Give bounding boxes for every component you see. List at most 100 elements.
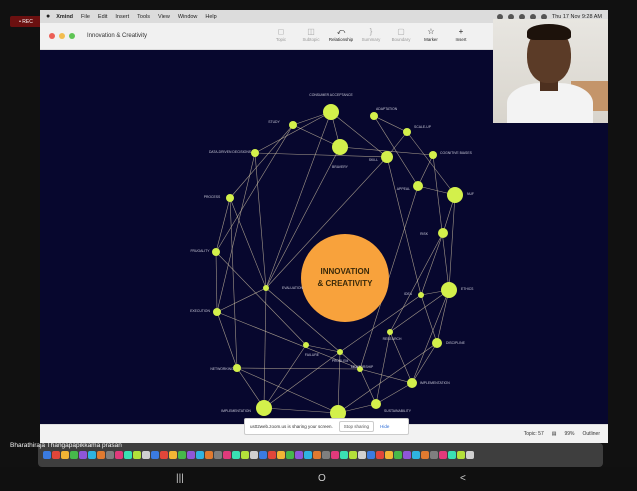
relationship-line[interactable] <box>229 197 267 289</box>
dock-app-icon[interactable] <box>241 451 249 459</box>
dock-app-icon[interactable] <box>412 451 420 459</box>
dock-app-icon[interactable] <box>259 451 267 459</box>
topic-node-research[interactable] <box>387 329 393 335</box>
dock-app-icon[interactable] <box>115 451 123 459</box>
menu-file[interactable]: File <box>81 14 90 20</box>
topic-node-ethics[interactable] <box>441 282 457 298</box>
topic-node-nuf[interactable] <box>447 187 463 203</box>
dock-app-icon[interactable] <box>223 451 231 459</box>
relationship-line[interactable] <box>411 342 438 384</box>
topic-node-process[interactable] <box>226 194 234 202</box>
dock-app-icon[interactable] <box>403 451 411 459</box>
relationship-line[interactable] <box>216 152 256 313</box>
dock-app-icon[interactable] <box>376 451 384 459</box>
zoom-window-button[interactable] <box>69 33 75 39</box>
topic-node-data-driven-decisions[interactable] <box>251 149 259 157</box>
relationship-line[interactable] <box>448 194 456 291</box>
dock-app-icon[interactable] <box>349 451 357 459</box>
menu-app-name[interactable]: Xmind <box>56 14 73 20</box>
topic-node-scale-up[interactable] <box>403 128 411 136</box>
dock-app-icon[interactable] <box>196 451 204 459</box>
recents-button[interactable]: ||| <box>176 473 184 484</box>
relationship-line[interactable] <box>229 124 294 199</box>
relationship-line[interactable] <box>215 124 294 253</box>
dock-app-icon[interactable] <box>61 451 69 459</box>
dock-app-icon[interactable] <box>268 451 276 459</box>
dock-app-icon[interactable] <box>187 451 195 459</box>
topic-node-networking[interactable] <box>233 364 241 372</box>
menu-insert[interactable]: Insert <box>115 14 129 20</box>
dock-app-icon[interactable] <box>79 451 87 459</box>
topic-node-bravery[interactable] <box>332 139 348 155</box>
dock-app-icon[interactable] <box>52 451 60 459</box>
dock-app-icon[interactable] <box>313 451 321 459</box>
home-button[interactable]: O <box>318 473 326 484</box>
topic-node-cognitive-biases[interactable] <box>429 151 437 159</box>
hide-banner-button[interactable]: Hide <box>380 424 389 429</box>
relationship-line[interactable] <box>263 287 267 409</box>
dock-app-icon[interactable] <box>385 451 393 459</box>
relationship-line[interactable] <box>337 342 438 414</box>
relationship-line[interactable] <box>420 294 438 344</box>
menu-tools[interactable]: Tools <box>137 14 150 20</box>
dock-app-icon[interactable] <box>331 451 339 459</box>
relationship-line[interactable] <box>215 251 218 313</box>
relationship-line[interactable] <box>216 311 238 369</box>
relationship-line[interactable] <box>263 344 307 409</box>
dock-app-icon[interactable] <box>421 451 429 459</box>
relationship-line[interactable] <box>359 368 377 405</box>
toolbar-summary-button[interactable]: } Summary <box>358 26 384 42</box>
minimize-window-button[interactable] <box>59 33 65 39</box>
topic-node-frugality[interactable] <box>212 248 220 256</box>
dock-app-icon[interactable] <box>169 451 177 459</box>
dock-app-icon[interactable] <box>457 451 465 459</box>
dock-app-icon[interactable] <box>106 451 114 459</box>
topic-node-discipline[interactable] <box>432 338 442 348</box>
dock-app-icon[interactable] <box>205 451 213 459</box>
relationship-line[interactable] <box>254 111 332 154</box>
zoom-level[interactable]: 99% <box>564 431 574 437</box>
map-icon[interactable]: ▤ <box>552 431 557 437</box>
dock-app-icon[interactable] <box>250 451 258 459</box>
relationship-line[interactable] <box>236 367 361 370</box>
relationship-line[interactable] <box>215 251 307 346</box>
toolbar-marker-button[interactable]: ☆ Marker <box>418 26 444 42</box>
relationship-line[interactable] <box>386 156 422 296</box>
topic-node-adaptation[interactable] <box>370 112 378 120</box>
toolbar-boundary-button[interactable]: ▢ Boundary <box>388 26 414 42</box>
topic-node-failure[interactable] <box>303 342 309 348</box>
dock-app-icon[interactable] <box>394 451 402 459</box>
toolbar-subtopic-button[interactable]: ◫ Subtopic <box>298 26 324 42</box>
relationship-line[interactable] <box>215 197 231 253</box>
relationship-line[interactable] <box>420 232 444 296</box>
topic-node-problem[interactable] <box>337 349 343 355</box>
dock-app-icon[interactable] <box>178 451 186 459</box>
menu-help[interactable]: Help <box>205 14 216 20</box>
relationship-line[interactable] <box>216 287 267 313</box>
dock-app-icon[interactable] <box>286 451 294 459</box>
dock-app-icon[interactable] <box>151 451 159 459</box>
topic-node-idea[interactable] <box>418 292 424 298</box>
back-button[interactable]: < <box>460 473 466 484</box>
dock-app-icon[interactable] <box>160 451 168 459</box>
dock-app-icon[interactable] <box>295 451 303 459</box>
dock-app-icon[interactable] <box>70 451 78 459</box>
central-topic[interactable] <box>301 234 389 322</box>
toolbar-relationship-button[interactable]: ⤺ Relationship <box>328 26 354 42</box>
dock-app-icon[interactable] <box>232 451 240 459</box>
dock-app-icon[interactable] <box>304 451 312 459</box>
relationship-line[interactable] <box>411 289 450 384</box>
topic-node-study[interactable] <box>289 121 297 129</box>
dock-app-icon[interactable] <box>367 451 375 459</box>
menu-window[interactable]: Window <box>178 14 198 20</box>
topic-node-implementation-right[interactable] <box>407 378 417 388</box>
toolbar-insert-button[interactable]: + Insert <box>448 26 474 42</box>
dock-app-icon[interactable] <box>133 451 141 459</box>
topic-node-consumer-acceptance[interactable] <box>323 104 339 120</box>
relationship-line[interactable] <box>389 232 444 333</box>
topic-node-appeal[interactable] <box>413 181 423 191</box>
dock-app-icon[interactable] <box>322 451 330 459</box>
dock-app-icon[interactable] <box>97 451 105 459</box>
dock-app-icon[interactable] <box>430 451 438 459</box>
relationship-line[interactable] <box>263 351 341 409</box>
